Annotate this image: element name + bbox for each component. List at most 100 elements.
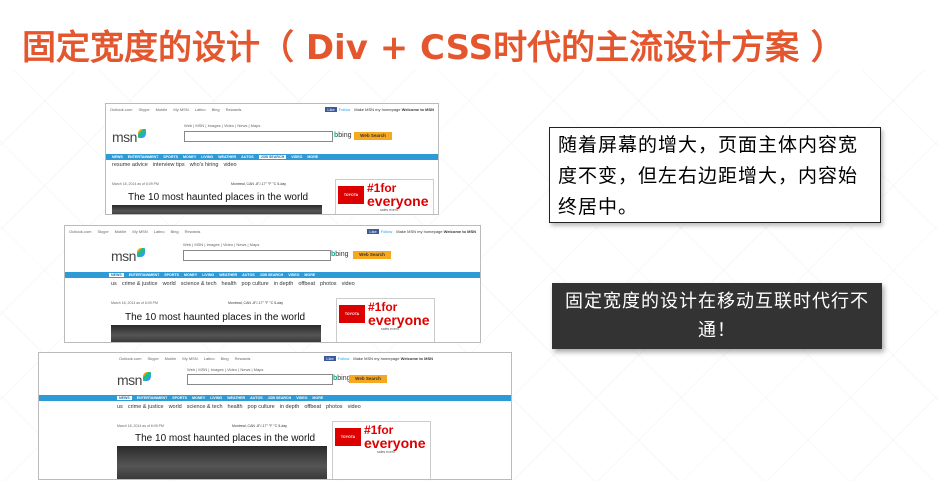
ad-line2: everyone [368,312,430,328]
top-link: Skype [138,107,150,112]
twitter-follow-button: Follow [338,107,351,112]
weather-location: Montreal, CAN -8°/-17° °F °C 5-day [228,301,283,305]
nav-item: MONEY [183,155,197,159]
top-link: My MSN [132,229,148,234]
headline-image [112,205,322,214]
top-link: Mobile [164,356,177,361]
msn-logo: msn [112,129,146,145]
headline: The 10 most haunted places in the world [125,312,306,323]
msn-sub-nav: us crime & justice world science & tech heal… [117,404,366,410]
web-search-button: Web Search [354,132,392,140]
bing-logo: bbing [331,251,349,258]
subnav-item: who's hiring [189,162,219,168]
ad-line3: sales event [381,327,399,331]
make-homepage-link: Make MSN my homepage [353,356,400,361]
top-link: Outlook.com [69,229,92,234]
nav-item: ENTERTAINMENT [128,273,160,277]
nav-item: NEWS [112,155,123,159]
msn-nav-bar: NEWS ENTERTAINMENT SPORTS MONEY LIVING WEATHE… [39,395,511,401]
date-text: March 18, 2014 as of 6:09 PM [112,182,159,186]
welcome-text: Welcome to MSN [400,356,433,361]
msn-logo: msn [117,372,151,388]
nav-item: MORE [307,155,319,159]
msn-top-right: Like Follow Make MSN my homepage Welcome t… [325,107,434,112]
msn-top-right: Like Follow Make MSN my homepage Welcome t… [324,356,433,361]
nav-item: SPORTS [163,155,179,159]
subnav-item: world [168,404,182,410]
web-search-button: Web Search [353,251,391,259]
nav-item: LIVING [201,155,214,159]
welcome-text: Welcome to MSN [401,107,434,112]
make-homepage-link: Make MSN my homepage [354,107,401,112]
toyota-logo: TOYOTA [339,305,365,323]
nav-item: LIVING [210,396,223,400]
subnav-item: health [221,281,237,287]
weather-city: Montreal, CAN [228,301,251,305]
top-link: Latino [194,107,206,112]
weather-city: Montreal, CAN [231,182,254,186]
subnav-item: video [347,404,361,410]
twitter-follow-button: Follow [337,356,350,361]
nav-item: VIDEO [291,155,303,159]
subnav-item: offbeat [304,404,322,410]
msn-nav-bar: NEWS ENTERTAINMENT SPORTS MONEY LIVING WEATHE… [106,154,438,160]
nav-item-active: JOB SEARCH [258,155,287,159]
msn-screenshot-medium: Outlook.com Skype Mobile My MSN Latino Bing Re… [64,225,481,343]
top-link: Latino [203,356,215,361]
msn-sub-nav: us crime & justice world science & tech heal… [111,281,360,287]
toyota-logo: TOYOTA [338,186,364,204]
subnav-item: interview tips [152,162,185,168]
msn-sub-links: Web | MSN | Images | Video | News | Maps [184,123,261,128]
nav-item: MONEY [192,396,206,400]
nav-item: AUTOS [242,273,255,277]
ad-line3: sales event [380,208,398,212]
search-input [187,374,333,385]
subnav-item: video [341,281,355,287]
subnav-item: photos [320,281,337,287]
nav-item: WEATHER [219,273,238,277]
headline: The 10 most haunted places in the world [128,192,309,203]
nav-item: AUTOS [250,396,263,400]
top-link: Rewards [225,107,242,112]
slide-title: 固定宽度的设计（ Div + CSS时代的主流设计方案 ） [22,28,845,68]
msn-sub-links: Web | MSN | Images | Video | News | Maps [183,242,260,247]
bing-logo: bbing [334,132,352,139]
toyota-ad: TOYOTA #1for everyone sales event [336,298,435,342]
weather-temp: -8°/-17° °F °C 5-day [251,301,284,305]
bing-logo: bbing [333,375,351,382]
subnav-item: us [111,281,117,287]
make-homepage-link: Make MSN my homepage [396,229,443,234]
top-link: My MSN [182,356,198,361]
headline-image [111,325,321,342]
butterfly-icon [137,129,146,138]
nav-item: WEATHER [218,155,237,159]
facebook-like-button: Like [325,107,337,112]
subnav-item: pop culture [241,281,269,287]
subnav-item: resume advice [112,162,148,168]
subnav-item: crime & justice [127,404,164,410]
nav-item: LIVING [202,273,215,277]
butterfly-icon [142,372,151,381]
nav-item: AUTOS [241,155,254,159]
toyota-ad: TOYOTA #1for everyone sales event [332,421,431,479]
weather-city: Montreal, CAN [232,424,255,428]
msn-sub-nav: resume advice interview tips who's hiring v… [112,162,242,168]
search-input [183,250,331,261]
nav-item: VIDEO [296,396,308,400]
headline: The 10 most haunted places in the world [135,433,316,444]
nav-item: WEATHER [227,396,246,400]
subnav-item: health [227,404,243,410]
msn-nav-bar: NEWS ENTERTAINMENT SPORTS MONEY LIVING WEATHE… [65,272,480,278]
facebook-like-button: Like [324,356,336,361]
twitter-follow-button: Follow [380,229,393,234]
weather-location: Montreal, CAN -8°/-17° °F °C 5-day [231,182,286,186]
toyota-logo: TOYOTA [335,428,361,446]
top-link: My MSN [173,107,189,112]
search-input [184,131,333,142]
nav-item-active: NEWS [109,273,124,277]
nav-item: ENTERTAINMENT [136,396,168,400]
msn-top-links: Outlook.com Skype Mobile My MSN Latino Bing Re… [119,356,507,364]
note-mobile-warning: 固定宽度的设计在移动互联时代行不通！ [552,283,882,349]
nav-item: VIDEO [288,273,300,277]
top-link: Skype [147,356,159,361]
